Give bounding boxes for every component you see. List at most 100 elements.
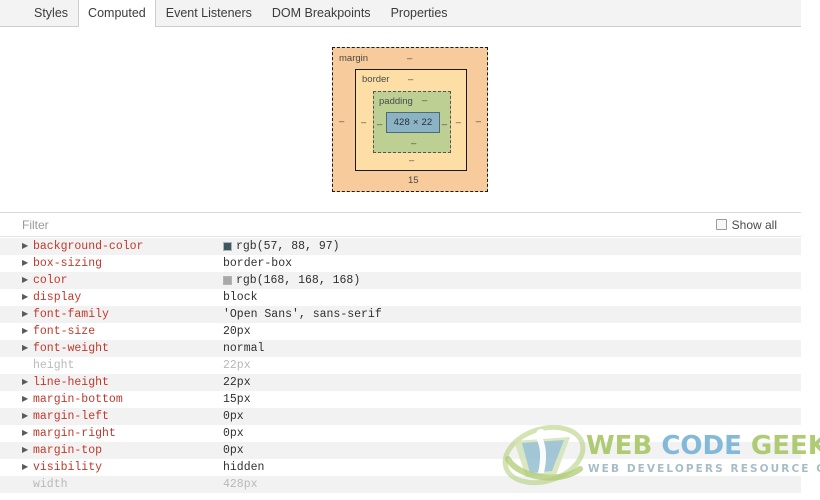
expand-triangle-icon[interactable]: ▶ — [22, 344, 33, 353]
property-value-text: 20px — [223, 325, 251, 338]
property-value-text: 15px — [223, 393, 251, 406]
expand-triangle-icon[interactable]: ▶ — [22, 327, 33, 336]
property-name: visibility — [33, 461, 103, 474]
box-model-margin-right-value[interactable]: – — [476, 117, 481, 127]
box-model-diagram: margin – – 15 – border – – – – padding –… — [332, 47, 488, 192]
box-model-margin-top-value[interactable]: – — [407, 54, 412, 64]
show-all-label: Show all — [731, 217, 777, 232]
expand-triangle-icon[interactable]: ▶ — [22, 276, 33, 285]
property-name: font-weight — [33, 342, 109, 355]
property-value: 428px — [223, 478, 258, 491]
property-value: block — [223, 291, 258, 304]
color-swatch-icon[interactable] — [223, 276, 232, 285]
property-value-text: border-box — [223, 257, 293, 270]
box-model-border-label: border — [362, 74, 390, 85]
property-name: box-sizing — [33, 257, 103, 270]
property-value-text: rgb(57, 88, 97) — [236, 240, 340, 253]
property-name: color — [33, 274, 68, 287]
filter-input[interactable] — [22, 217, 322, 232]
devtools-tab-bar: Styles Computed Event Listeners DOM Brea… — [0, 0, 801, 27]
box-model-padding-top-value[interactable]: – — [422, 96, 427, 106]
box-model-padding-left-value[interactable]: – — [377, 120, 382, 130]
property-row[interactable]: ▶ display block — [0, 289, 801, 306]
box-model-margin-left-value[interactable]: – — [339, 117, 344, 127]
property-name: height — [33, 359, 75, 372]
property-row[interactable]: ▶ font-weight normal — [0, 340, 801, 357]
tab-properties-label: Properties — [390, 5, 448, 20]
property-value: 15px — [223, 393, 251, 406]
expand-triangle-icon[interactable]: ▶ — [22, 463, 33, 472]
show-all-checkbox[interactable] — [715, 219, 727, 230]
property-row[interactable]: width 428px — [0, 476, 801, 493]
property-value: 0px — [223, 427, 244, 440]
property-value-text: 22px — [223, 376, 251, 389]
tab-event-listeners[interactable]: Event Listeners — [156, 0, 262, 26]
property-name: width — [33, 478, 68, 491]
expand-triangle-icon[interactable]: ▶ — [22, 310, 33, 319]
property-name: margin-top — [33, 444, 103, 457]
property-value: rgb(57, 88, 97) — [223, 240, 340, 253]
property-row[interactable]: ▶ box-sizing border-box — [0, 255, 801, 272]
tab-styles[interactable]: Styles — [24, 0, 78, 26]
tab-bar-leading-spacer — [0, 0, 24, 26]
property-name: font-family — [33, 308, 109, 321]
property-row[interactable]: ▶ margin-bottom 15px — [0, 391, 801, 408]
box-model-padding-label: padding — [379, 96, 413, 107]
box-model-border-bottom-value[interactable]: – — [409, 155, 414, 166]
property-name: font-size — [33, 325, 96, 338]
box-model-padding-right-value[interactable]: – — [442, 120, 447, 130]
property-value: rgb(168, 168, 168) — [223, 274, 360, 287]
property-value: 22px — [223, 376, 251, 389]
property-value: border-box — [223, 257, 292, 270]
property-row[interactable]: ▶ color rgb(168, 168, 168) — [0, 272, 801, 289]
tab-dom-breakpoints[interactable]: DOM Breakpoints — [262, 0, 381, 26]
expand-triangle-icon[interactable]: ▶ — [22, 395, 33, 404]
property-row[interactable]: ▶ font-size 20px — [0, 323, 801, 340]
expand-triangle-icon[interactable]: ▶ — [22, 412, 33, 421]
property-value-text: 22px — [223, 359, 251, 372]
property-row[interactable]: height 22px — [0, 357, 801, 374]
computed-properties-list[interactable]: ▶ background-color rgb(57, 88, 97) ▶ box-siz… — [0, 238, 801, 500]
box-model-border-left-value[interactable]: – — [361, 118, 366, 128]
expand-triangle-icon[interactable]: ▶ — [22, 378, 33, 387]
property-value: 22px — [223, 359, 251, 372]
box-model-border-right-value[interactable]: – — [456, 118, 461, 128]
expand-triangle-icon[interactable]: ▶ — [22, 293, 33, 302]
property-row[interactable]: ▶ margin-left 0px — [0, 408, 801, 425]
color-swatch-icon[interactable] — [223, 242, 232, 251]
property-value: 'Open Sans', sans-serif — [223, 308, 382, 321]
property-row[interactable]: ▶ margin-top 0px — [0, 442, 801, 459]
show-all-toggle[interactable]: Show all — [715, 217, 777, 232]
expand-triangle-icon[interactable]: ▶ — [22, 259, 33, 268]
property-row[interactable]: ▶ margin-right 0px — [0, 425, 801, 442]
box-model-border-top-value[interactable]: – — [408, 75, 413, 85]
expand-triangle-icon[interactable]: ▶ — [22, 446, 33, 455]
tab-dom-breakpoints-label: DOM Breakpoints — [271, 5, 371, 20]
property-row[interactable]: ▶ background-color rgb(57, 88, 97) — [0, 238, 801, 255]
tab-computed[interactable]: Computed — [78, 0, 156, 27]
property-name: line-height — [33, 376, 109, 389]
box-model-padding-bottom-value[interactable]: – — [411, 138, 416, 149]
property-value: 0px — [223, 444, 244, 457]
property-row[interactable]: ▶ visibility hidden — [0, 459, 801, 476]
box-model-padding-layer[interactable]: padding – – – – 428 × 22 — [373, 91, 451, 153]
property-value-text: 0px — [223, 444, 244, 457]
box-model-margin-bottom-value[interactable]: 15 — [408, 175, 419, 186]
property-value-text: 'Open Sans', sans-serif — [223, 308, 382, 321]
property-name: margin-right — [33, 427, 116, 440]
box-model-content-box[interactable]: 428 × 22 — [386, 112, 440, 133]
property-value: 20px — [223, 325, 251, 338]
box-model-margin-layer[interactable]: margin – – 15 – border – – – – padding –… — [332, 47, 488, 192]
box-model-border-layer[interactable]: border – – – – padding – – – – 428 × 22 — [355, 69, 467, 171]
expand-triangle-icon[interactable]: ▶ — [22, 242, 33, 251]
box-model-margin-label: margin — [339, 53, 369, 64]
property-value: 0px — [223, 410, 244, 423]
tab-properties[interactable]: Properties — [381, 0, 458, 26]
expand-triangle-icon[interactable]: ▶ — [22, 429, 33, 438]
property-value: hidden — [223, 461, 264, 474]
property-name: display — [33, 291, 82, 304]
property-row[interactable]: ▶ line-height 22px — [0, 374, 801, 391]
property-value-text: 0px — [223, 427, 244, 440]
property-row[interactable]: ▶ font-family 'Open Sans', sans-serif — [0, 306, 801, 323]
property-value-text: normal — [223, 342, 265, 355]
